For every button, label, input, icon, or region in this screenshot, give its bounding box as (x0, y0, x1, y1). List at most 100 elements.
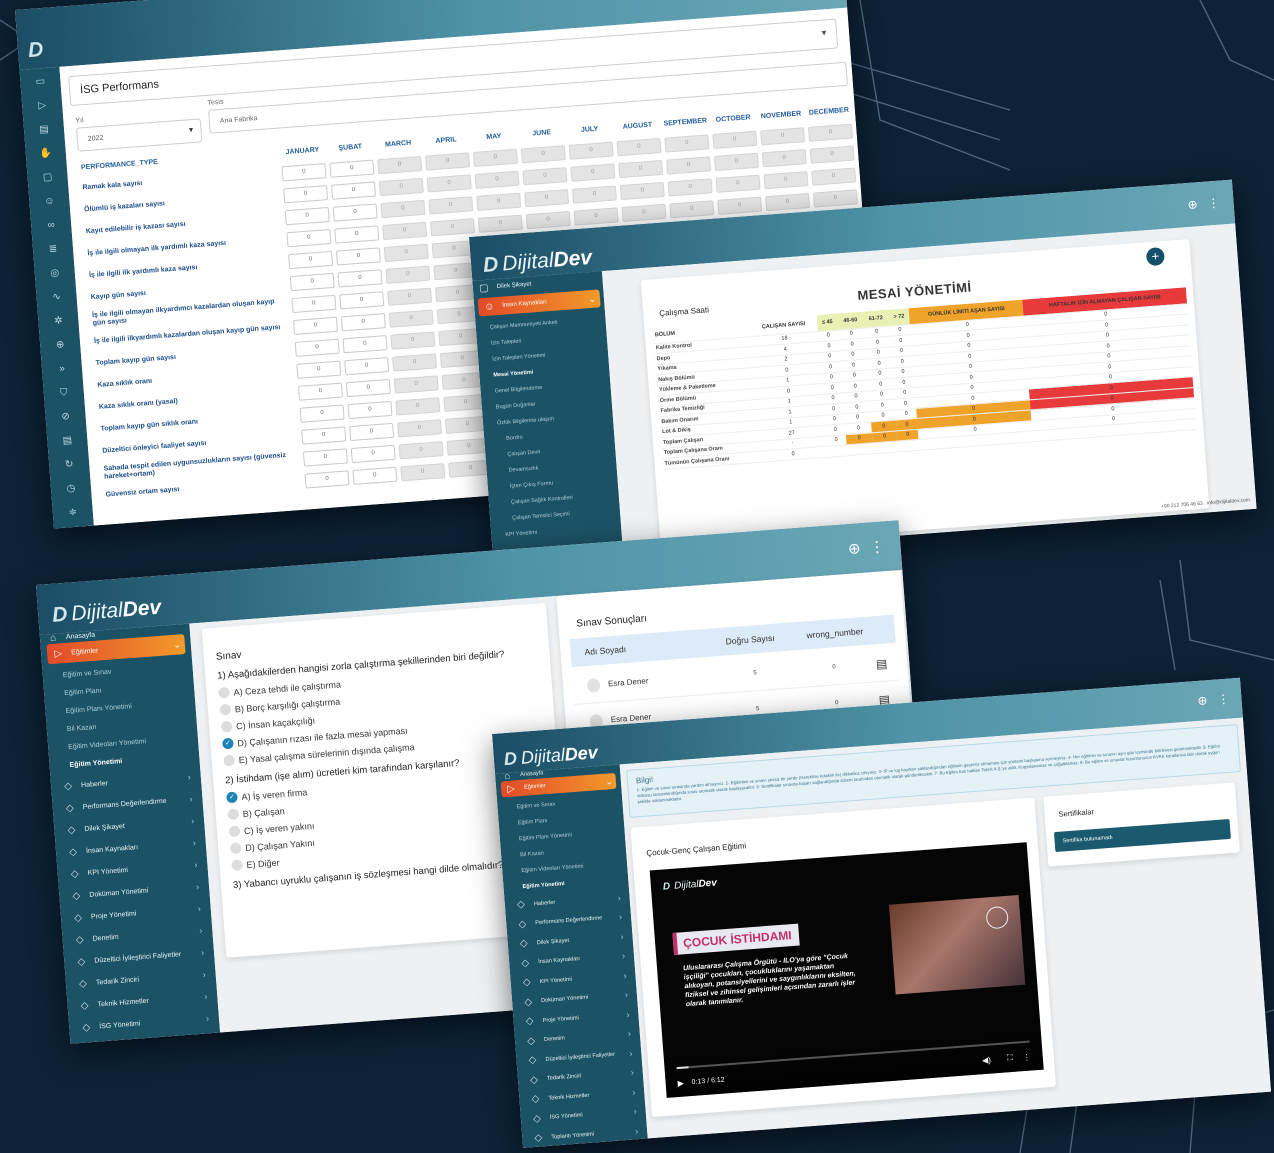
month-value-input[interactable] (349, 422, 395, 441)
refresh-icon[interactable]: ↻ (49, 458, 91, 485)
video-more-icon[interactable]: ⋮ (1022, 1053, 1031, 1063)
forward-icon[interactable]: » (42, 362, 84, 389)
chat-icon[interactable]: ▢ (27, 171, 69, 198)
month-value-input[interactable] (400, 462, 446, 481)
month-value-input[interactable] (765, 192, 811, 211)
month-value-input[interactable] (425, 151, 471, 171)
month-value-input[interactable] (573, 206, 619, 226)
shield-icon[interactable]: ⛉ (43, 386, 85, 413)
month-value-input[interactable] (382, 221, 428, 240)
month-value-input[interactable] (332, 202, 378, 222)
users-icon[interactable]: ☺ (29, 194, 71, 221)
month-value-input[interactable] (281, 162, 327, 181)
month-value-input[interactable] (476, 192, 522, 211)
fullscreen-icon[interactable]: ⛶ (1007, 1053, 1013, 1063)
month-value-input[interactable] (392, 352, 438, 372)
month-value-input[interactable] (296, 360, 342, 379)
month-value-input[interactable] (330, 181, 376, 200)
month-value-input[interactable] (344, 356, 390, 375)
month-value-input[interactable] (472, 148, 518, 167)
month-value-input[interactable] (474, 170, 520, 189)
radio-checked-icon[interactable]: ✓ (226, 791, 238, 804)
month-value-input[interactable] (811, 166, 857, 186)
month-value-input[interactable] (345, 378, 391, 397)
month-value-input[interactable] (571, 184, 617, 204)
doc-icon[interactable]: ▤ (47, 434, 89, 461)
month-value-input[interactable] (428, 195, 474, 214)
year-select[interactable]: 2022 ▼ (76, 118, 203, 152)
video-seek-bar[interactable] (676, 1040, 1030, 1070)
month-value-input[interactable] (667, 177, 713, 197)
month-value-input[interactable] (568, 141, 614, 160)
month-value-input[interactable] (378, 177, 424, 196)
globe-icon[interactable]: ⊕ (1197, 693, 1208, 708)
month-value-input[interactable] (334, 224, 380, 244)
month-value-input[interactable] (340, 312, 386, 331)
more-vert-icon[interactable]: ⋮ (1207, 196, 1220, 211)
month-value-input[interactable] (288, 250, 334, 269)
document-icon[interactable]: ▤ (875, 656, 887, 671)
thumbs-up-icon[interactable]: ✋ (25, 147, 67, 174)
month-value-input[interactable] (666, 155, 712, 175)
month-value-input[interactable] (393, 374, 439, 394)
month-value-input[interactable] (520, 144, 566, 163)
more-vert-icon[interactable]: ⋮ (869, 537, 885, 556)
radio-checked-icon[interactable]: ✓ (222, 737, 234, 750)
month-value-input[interactable] (763, 170, 809, 189)
month-value-input[interactable] (299, 403, 345, 423)
link-icon[interactable]: ∞ (31, 218, 73, 245)
month-value-input[interactable] (761, 148, 807, 167)
month-value-input[interactable] (304, 469, 350, 489)
month-value-input[interactable] (337, 268, 383, 288)
pulse-icon[interactable]: ∿ (36, 290, 78, 317)
month-value-input[interactable] (352, 466, 398, 485)
month-value-input[interactable] (664, 133, 710, 153)
month-value-input[interactable] (522, 166, 568, 185)
play-icon[interactable]: ▶ (677, 1079, 684, 1088)
month-value-input[interactable] (388, 309, 434, 328)
month-value-input[interactable] (713, 152, 759, 171)
month-value-input[interactable] (380, 199, 426, 218)
month-value-input[interactable] (284, 206, 330, 225)
month-value-input[interactable] (291, 294, 337, 313)
volume-icon[interactable]: ◀) (982, 1056, 991, 1066)
radio-icon[interactable] (229, 842, 242, 855)
globe-icon[interactable]: ⊕ (847, 539, 861, 558)
month-value-input[interactable] (477, 214, 523, 233)
month-value-input[interactable] (286, 228, 332, 247)
month-value-input[interactable] (390, 330, 436, 350)
month-value-input[interactable] (347, 400, 393, 419)
video-player[interactable]: D DijitalDev ÇOCUK İSTİHDAMI Uluslararası… (649, 842, 1044, 1098)
month-value-input[interactable] (350, 444, 396, 463)
month-value-input[interactable] (616, 137, 662, 156)
play-icon[interactable]: ▷ (22, 99, 64, 126)
month-value-input[interactable] (618, 159, 664, 178)
radio-icon[interactable] (219, 703, 232, 716)
month-value-input[interactable] (760, 126, 806, 145)
month-value-input[interactable] (525, 210, 571, 229)
month-value-input[interactable] (335, 246, 381, 266)
globe-icon[interactable]: ⊕ (1187, 197, 1198, 212)
radio-icon[interactable] (220, 720, 233, 733)
month-value-input[interactable] (294, 338, 340, 357)
radio-icon[interactable] (223, 754, 236, 767)
month-value-input[interactable] (669, 199, 715, 218)
month-value-input[interactable] (398, 440, 444, 459)
month-value-input[interactable] (283, 184, 329, 203)
month-value-input[interactable] (715, 174, 761, 193)
month-value-input[interactable] (807, 123, 853, 142)
radio-icon[interactable] (218, 686, 231, 699)
gear-icon[interactable]: ✲ (38, 314, 80, 341)
add-button[interactable]: + (1145, 246, 1166, 267)
month-value-input[interactable] (302, 447, 348, 467)
month-value-input[interactable] (429, 217, 475, 236)
month-value-input[interactable] (396, 418, 442, 437)
month-value-input[interactable] (329, 159, 375, 178)
month-value-input[interactable] (301, 425, 347, 445)
month-value-input[interactable] (297, 382, 343, 401)
month-value-input[interactable] (621, 203, 667, 222)
month-value-input[interactable] (383, 243, 429, 262)
month-value-input[interactable] (377, 155, 423, 174)
month-value-input[interactable] (395, 396, 441, 416)
radio-icon[interactable] (228, 825, 241, 838)
